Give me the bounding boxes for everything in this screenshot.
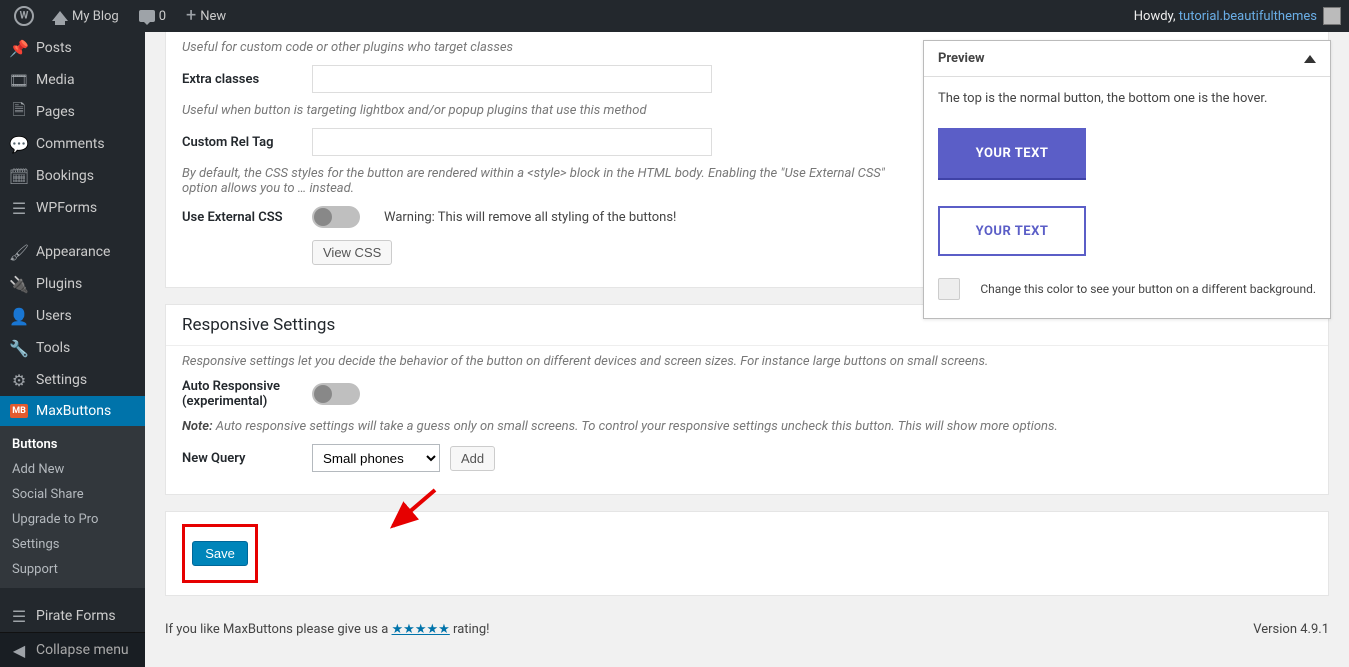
plus-icon: + — [186, 7, 196, 25]
admin-sidebar: 📌Posts 🎞Media 🗎Pages 💬Comments 🗓Bookings… — [0, 32, 145, 655]
sidebar-item-settings[interactable]: ⚙Settings — [0, 364, 145, 396]
responsive-desc: Responsive settings let you decide the b… — [182, 350, 1312, 373]
submenu-upgrade[interactable]: Upgrade to Pro — [0, 507, 145, 532]
sidebar-item-plugins[interactable]: 🔌Plugins — [0, 268, 145, 300]
view-css-button[interactable]: View CSS — [312, 240, 392, 265]
submenu-support[interactable]: Support — [0, 557, 145, 582]
sidebar-item-tools[interactable]: 🔧Tools — [0, 332, 145, 364]
save-highlight-box: Save — [182, 524, 258, 583]
wp-logo-menu[interactable] — [8, 6, 40, 26]
save-button[interactable]: Save — [192, 541, 248, 566]
save-section: Save — [165, 511, 1329, 596]
preview-hint-color: Change this color to see your button on … — [980, 282, 1316, 296]
media-icon: 🎞 — [10, 71, 28, 89]
sidebar-item-bookings[interactable]: 🗓Bookings — [0, 160, 145, 192]
plug-icon: 🔌 — [10, 275, 28, 293]
howdy-text[interactable]: Howdy, tutorial.beautifulthemes — [1134, 9, 1317, 24]
auto-responsive-note: Note: Auto responsive settings will take… — [182, 415, 1312, 438]
preview-collapse-icon[interactable] — [1304, 55, 1316, 63]
extra-classes-input[interactable] — [312, 65, 712, 93]
site-name: My Blog — [72, 9, 119, 24]
sidebar-item-wpforms[interactable]: ☰WPForms — [0, 192, 145, 224]
add-query-button[interactable]: Add — [450, 446, 495, 471]
preview-button-normal: YOUR TEXT — [938, 128, 1086, 178]
sidebar-item-users[interactable]: 👤Users — [0, 300, 145, 332]
new-query-label: New Query — [182, 451, 312, 466]
responsive-panel: Responsive Settings Responsive settings … — [165, 304, 1329, 495]
rating-link[interactable]: ★★★★★ — [392, 622, 450, 637]
new-content-link[interactable]: + New — [178, 7, 234, 25]
form-icon: ☰ — [10, 199, 28, 217]
comment-icon: 💬 — [10, 135, 28, 153]
admin-toolbar: My Blog 0 + New Howdy, tutorial.beautifu… — [0, 0, 1349, 32]
custom-rel-input[interactable] — [312, 128, 712, 156]
page-icon: 🗎 — [10, 103, 28, 121]
maxbuttons-icon: MB — [10, 404, 28, 418]
submenu-settings[interactable]: Settings — [0, 532, 145, 557]
sidebar-item-media[interactable]: 🎞Media — [0, 64, 145, 96]
footer: If you like MaxButtons please give us a … — [165, 612, 1329, 637]
sidebar-item-appearance[interactable]: 🖌Appearance — [0, 236, 145, 268]
use-external-toggle[interactable] — [312, 206, 360, 228]
preview-panel: Preview The top is the normal button, th… — [923, 40, 1331, 319]
sidebar-item-pirate-forms[interactable]: ☰Pirate Forms — [0, 600, 145, 632]
sidebar-item-pages[interactable]: 🗎Pages — [0, 96, 145, 128]
submenu-add-new[interactable]: Add New — [0, 457, 145, 482]
use-external-warning: Warning: This will remove all styling of… — [384, 210, 676, 225]
sidebar-submenu-maxbuttons: Buttons Add New Social Share Upgrade to … — [0, 426, 145, 588]
new-label: New — [200, 9, 226, 24]
preview-hint-top: The top is the normal button, the bottom… — [938, 91, 1316, 106]
wordpress-icon — [14, 6, 34, 26]
custom-rel-label: Custom Rel Tag — [182, 135, 312, 150]
user-icon: 👤 — [10, 307, 28, 325]
auto-responsive-label: Auto Responsive(experimental) — [182, 379, 312, 409]
brush-icon: 🖌 — [10, 243, 28, 261]
home-icon — [52, 11, 68, 21]
comment-icon — [139, 10, 155, 22]
sidebar-item-comments[interactable]: 💬Comments — [0, 128, 145, 160]
sidebar-item-posts[interactable]: 📌Posts — [0, 32, 145, 64]
preview-title: Preview — [938, 51, 985, 66]
submenu-social-share[interactable]: Social Share — [0, 482, 145, 507]
comments-link[interactable]: 0 — [131, 9, 174, 24]
sidebar-item-maxbuttons[interactable]: MBMaxButtons — [0, 396, 145, 426]
submenu-buttons[interactable]: Buttons — [0, 432, 145, 457]
collapse-menu[interactable]: ◀Collapse menu — [0, 632, 145, 667]
wrench-icon: 🔧 — [10, 339, 28, 357]
preview-button-hover: YOUR TEXT — [938, 206, 1086, 256]
new-query-select[interactable]: Small phones — [312, 444, 440, 472]
preview-bg-color[interactable] — [938, 278, 960, 300]
pin-icon: 📌 — [10, 39, 28, 57]
auto-responsive-toggle[interactable] — [312, 383, 360, 405]
footer-rating-text: If you like MaxButtons please give us a … — [165, 622, 490, 637]
howdy-username: tutorial.beautifulthemes — [1179, 9, 1317, 24]
avatar[interactable] — [1323, 7, 1341, 25]
comments-count: 0 — [159, 9, 166, 24]
forms-icon: ☰ — [10, 607, 28, 625]
footer-version: Version 4.9.1 — [1253, 622, 1329, 637]
gear-icon: ⚙ — [10, 371, 28, 389]
visit-site-link[interactable]: My Blog — [44, 9, 127, 24]
calendar-icon: 🗓 — [10, 167, 28, 185]
collapse-icon: ◀ — [10, 641, 28, 659]
use-external-label: Use External CSS — [182, 210, 312, 225]
use-external-desc: By default, the CSS styles for the butto… — [182, 162, 922, 200]
extra-classes-label: Extra classes — [182, 72, 312, 87]
